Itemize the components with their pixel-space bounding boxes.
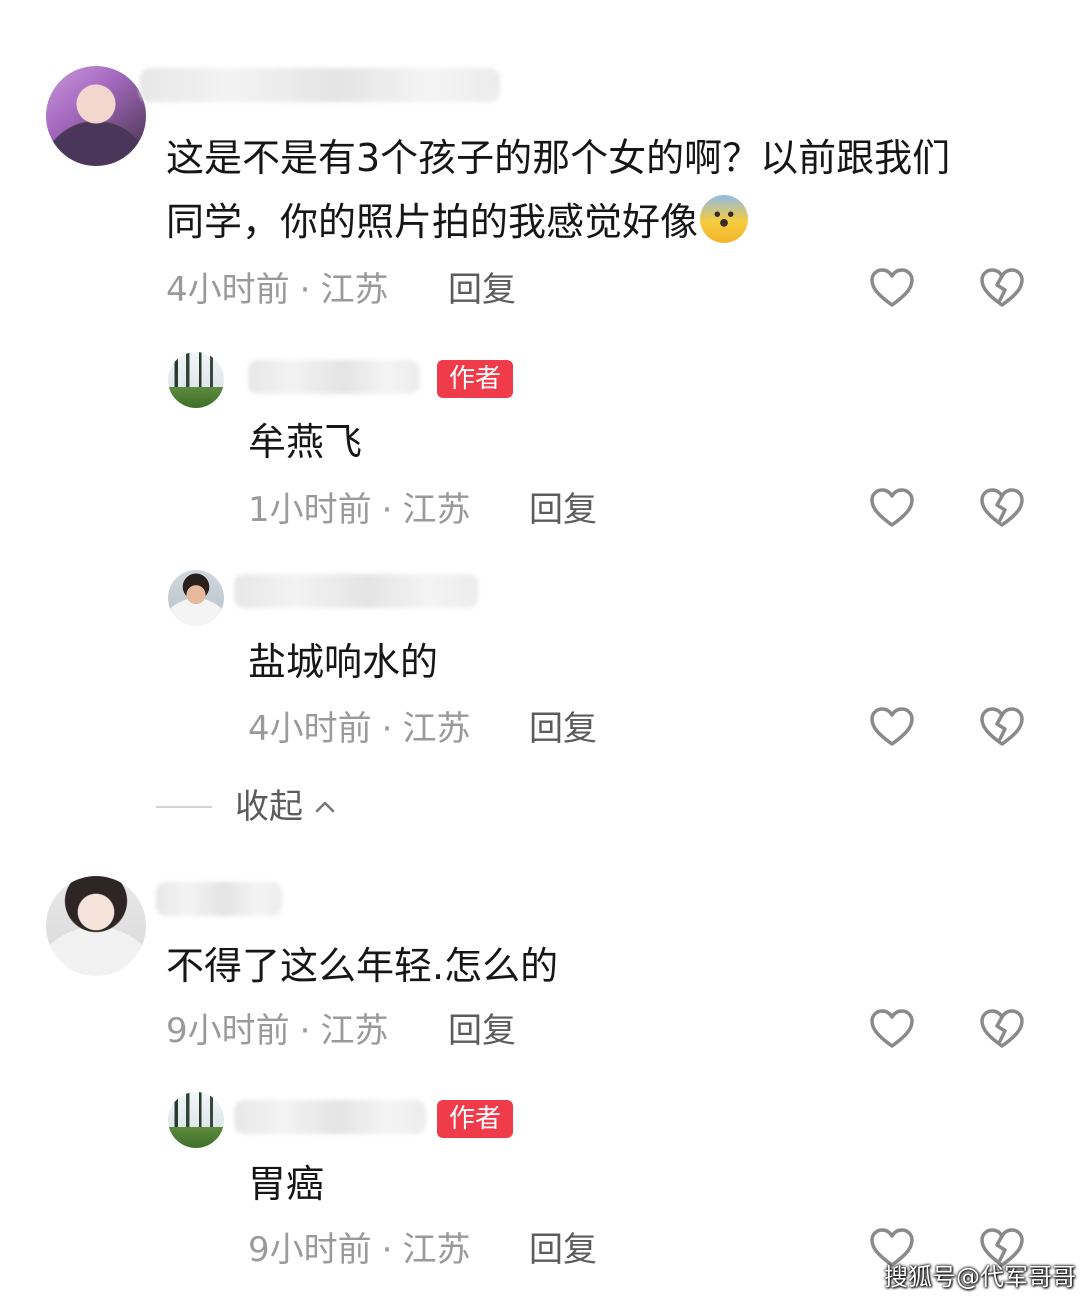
reply-meta: 9小时前 · 江苏 bbox=[248, 1230, 470, 1270]
comment-text-line1: 这是不是有3个孩子的那个女的啊？以前跟我们 bbox=[166, 136, 951, 180]
reply-button[interactable]: 回复 bbox=[529, 709, 597, 749]
reply-location: 江苏 bbox=[402, 490, 471, 530]
like-heart-icon[interactable] bbox=[868, 703, 916, 751]
reply-text: 盐城响水的 bbox=[248, 640, 439, 684]
reply-location: 江苏 bbox=[402, 709, 471, 749]
reply-button[interactable]: 回复 bbox=[529, 490, 597, 530]
like-heart-icon[interactable] bbox=[868, 484, 916, 532]
comment-text-line2-wrap: 同学，你的照片拍的我感觉好像 bbox=[166, 190, 749, 254]
comment-meta: 4小时前 · 江苏 bbox=[166, 270, 388, 310]
comment-time: 4小时前 bbox=[166, 270, 290, 310]
replier-avatar[interactable] bbox=[168, 570, 224, 626]
reply-button[interactable]: 回复 bbox=[448, 270, 516, 310]
comment-meta: 9小时前 · 江苏 bbox=[166, 1011, 388, 1051]
commenter-avatar[interactable] bbox=[46, 66, 146, 166]
comment-time: 9小时前 bbox=[166, 1011, 290, 1051]
dislike-broken-heart-icon[interactable] bbox=[978, 264, 1026, 312]
comment-location: 江苏 bbox=[320, 270, 389, 310]
author-badge: 作者 bbox=[437, 1100, 514, 1138]
dislike-broken-heart-icon[interactable] bbox=[978, 1005, 1026, 1053]
dislike-broken-heart-icon[interactable] bbox=[978, 703, 1026, 751]
meta-separator: · bbox=[381, 1230, 393, 1270]
comment-text: 不得了这么年轻.怎么的 bbox=[166, 944, 559, 988]
author-name-blurred[interactable] bbox=[234, 1100, 426, 1134]
reply-time: 1小时前 bbox=[248, 490, 372, 530]
author-avatar[interactable] bbox=[168, 1092, 224, 1148]
screaming-face-emoji-icon bbox=[700, 195, 749, 243]
reply-text: 牟燕飞 bbox=[248, 420, 363, 464]
meta-separator: · bbox=[381, 490, 393, 530]
commenter-name-blurred[interactable] bbox=[140, 68, 500, 102]
reply-text: 胃癌 bbox=[248, 1162, 325, 1206]
commenter-name-blurred[interactable] bbox=[156, 882, 282, 916]
meta-separator: · bbox=[299, 1011, 311, 1051]
like-heart-icon[interactable] bbox=[868, 1005, 916, 1053]
author-name-blurred[interactable] bbox=[248, 360, 420, 394]
replier-name-blurred[interactable] bbox=[234, 574, 478, 608]
reply-time: 9小时前 bbox=[248, 1230, 372, 1270]
chevron-up-icon bbox=[315, 801, 335, 813]
meta-separator: · bbox=[381, 709, 393, 749]
comment-text-line2: 同学，你的照片拍的我感觉好像 bbox=[166, 200, 699, 244]
reply-meta: 4小时前 · 江苏 bbox=[248, 709, 470, 749]
reply-button[interactable]: 回复 bbox=[448, 1011, 516, 1051]
commenter-avatar[interactable] bbox=[46, 876, 146, 976]
meta-separator: · bbox=[299, 270, 311, 310]
reply-button[interactable]: 回复 bbox=[529, 1230, 597, 1270]
collapse-replies-button[interactable]: 收起 bbox=[235, 787, 337, 827]
collapse-divider bbox=[156, 806, 212, 808]
author-badge: 作者 bbox=[437, 360, 514, 398]
dislike-broken-heart-icon[interactable] bbox=[978, 484, 1026, 532]
reply-location: 江苏 bbox=[402, 1230, 471, 1270]
collapse-label: 收起 bbox=[235, 787, 303, 827]
watermark: 搜狐号@代军哥哥 bbox=[884, 1263, 1076, 1291]
author-avatar[interactable] bbox=[168, 352, 224, 408]
comment-location: 江苏 bbox=[320, 1011, 389, 1051]
like-heart-icon[interactable] bbox=[868, 264, 916, 312]
reply-time: 4小时前 bbox=[248, 709, 372, 749]
comment-text: 这是不是有3个孩子的那个女的啊？以前跟我们 bbox=[166, 126, 950, 190]
reply-meta: 1小时前 · 江苏 bbox=[248, 490, 470, 530]
